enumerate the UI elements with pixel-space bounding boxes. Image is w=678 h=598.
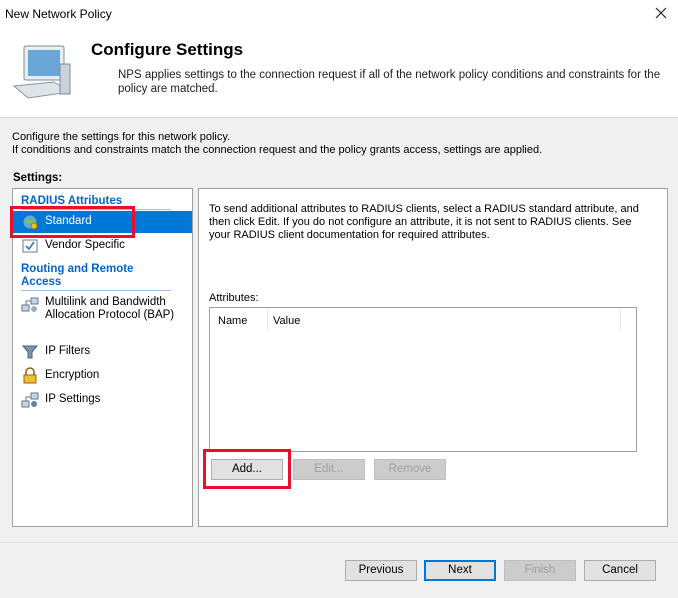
highlight-add-button <box>203 449 291 489</box>
intro-text: Configure the settings for this network … <box>12 131 672 157</box>
edit-button[interactable]: Edit... <box>293 459 365 480</box>
lock-icon <box>23 367 37 384</box>
tree-item-encryption[interactable]: Encryption <box>13 365 192 387</box>
cancel-button[interactable]: Cancel <box>584 560 656 581</box>
wizard-header: Configure Settings NPS applies settings … <box>0 28 678 118</box>
divider <box>21 290 171 291</box>
previous-button[interactable]: Previous <box>345 560 417 581</box>
checklist-icon <box>22 239 38 253</box>
page-description: NPS applies settings to the connection r… <box>118 69 661 95</box>
tree-item-label: Multilink and Bandwidth Allocation Proto… <box>45 296 175 321</box>
page-title: Configure Settings <box>91 40 244 59</box>
list-header: Name Value <box>210 308 636 332</box>
tree-item-label: Encryption <box>45 369 100 381</box>
attributes-list[interactable]: Name Value <box>209 307 637 452</box>
window-title: New Network Policy <box>5 7 112 21</box>
column-header-value[interactable]: Value <box>273 315 300 327</box>
tree-item-label: Vendor Specific <box>45 239 125 251</box>
tree-item-multilink[interactable]: Multilink and Bandwidth Allocation Proto… <box>13 294 192 338</box>
attributes-label: Attributes: <box>209 292 259 304</box>
settings-label: Settings: <box>13 172 63 184</box>
remove-button[interactable]: Remove <box>374 459 446 480</box>
tree-item-label: IP Filters <box>45 345 91 357</box>
tree-item-label: IP Settings <box>45 393 101 405</box>
highlight-standard <box>10 206 135 238</box>
next-button[interactable]: Next <box>424 560 496 581</box>
footer-divider <box>0 542 678 543</box>
intro-line-1: Configure the settings for this network … <box>12 131 231 143</box>
tree-item-vendor-specific[interactable]: Vendor Specific <box>13 235 192 257</box>
settings-tree[interactable]: RADIUS Attributes Standard Vendor Specif… <box>12 188 193 527</box>
column-header-name[interactable]: Name <box>218 315 247 327</box>
intro-line-2: If conditions and constraints match the … <box>12 144 543 156</box>
panel-help-text: To send additional attributes to RADIUS … <box>209 203 639 241</box>
column-divider[interactable] <box>620 308 621 330</box>
network-settings-icon <box>21 392 39 408</box>
filter-icon <box>21 345 39 359</box>
group-routing-remote-access: Routing and Remote Access <box>21 263 134 288</box>
finish-button[interactable]: Finish <box>504 560 576 581</box>
network-icon <box>21 297 39 312</box>
tree-item-ip-settings[interactable]: IP Settings <box>13 389 192 411</box>
tree-item-ip-filters[interactable]: IP Filters <box>13 341 192 363</box>
computer-icon <box>12 45 72 99</box>
title-bar: New Network Policy <box>0 0 678 28</box>
close-icon[interactable] <box>650 2 672 24</box>
column-divider[interactable] <box>267 308 268 330</box>
